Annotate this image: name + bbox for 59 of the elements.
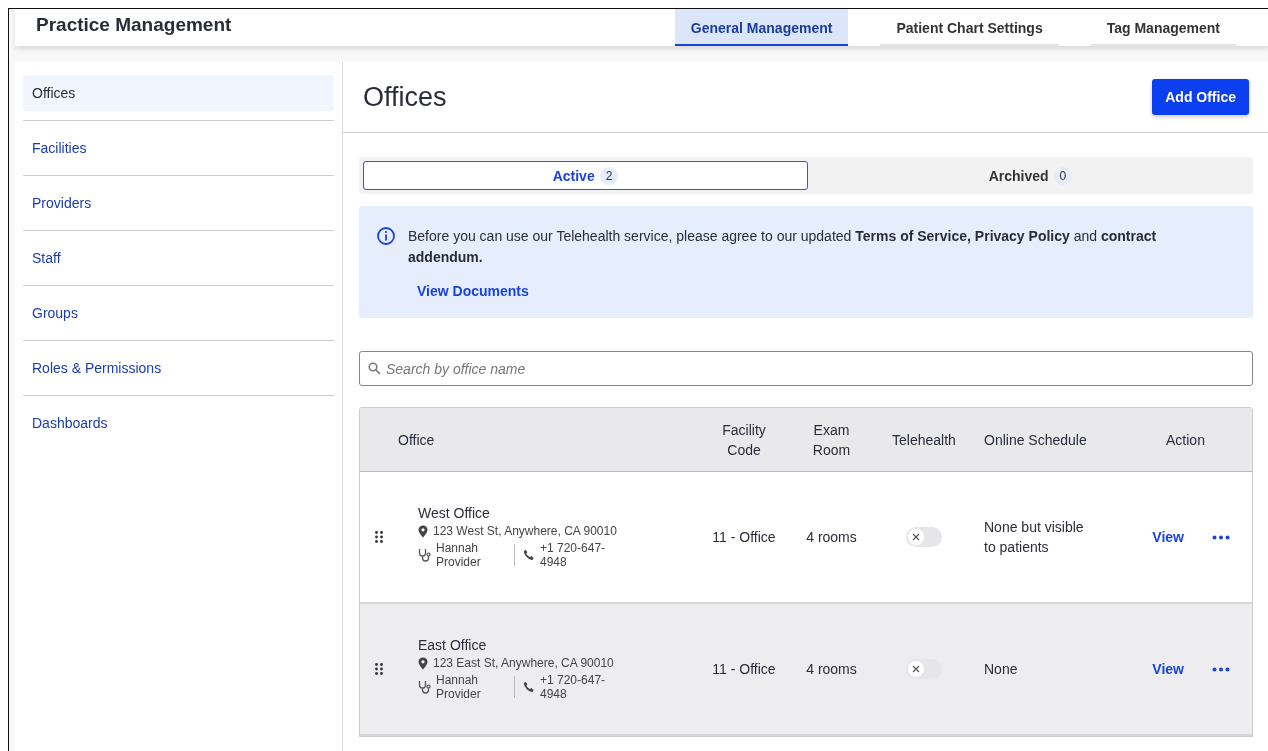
exam-room-count: 4 rooms <box>805 529 858 545</box>
count-badge: 0 <box>1053 166 1073 185</box>
provider-name: Hannah Provider <box>436 541 482 569</box>
column-header: Action <box>1165 430 1206 450</box>
view-link[interactable]: View <box>1152 529 1184 545</box>
column-header: Exam Room <box>811 420 852 460</box>
status-tab[interactable]: Active 2 <box>363 161 808 190</box>
office-name: West Office <box>418 505 491 521</box>
page-title: Offices <box>363 81 447 113</box>
sidebar-item[interactable]: Offices <box>23 75 334 111</box>
view-documents-link[interactable]: View Documents <box>417 283 529 299</box>
status-tab[interactable]: Archived 0 <box>808 161 1253 190</box>
close-x-icon <box>912 533 920 541</box>
location-pin-icon <box>418 656 428 670</box>
add-office-button[interactable]: Add Office <box>1152 79 1249 115</box>
nav-tab[interactable]: General Management <box>674 9 849 46</box>
app-title: Practice Management <box>35 13 233 37</box>
phone-icon <box>523 681 535 693</box>
stethoscope-icon <box>418 548 431 562</box>
facility-code: 11 - Office <box>711 661 777 677</box>
stethoscope-icon <box>418 680 431 694</box>
office-address: 123 West St, Anywhere, CA 90010 <box>433 524 617 538</box>
telehealth-toggle[interactable] <box>906 659 942 679</box>
nav-tab[interactable]: Tag Management <box>1090 9 1236 46</box>
sidebar-item[interactable]: Roles & Permissions <box>23 350 334 386</box>
search-icon <box>368 362 381 375</box>
online-schedule: None <box>983 660 1019 679</box>
column-header: Facility Code <box>721 420 767 460</box>
provider-name: Hannah Provider <box>436 673 482 701</box>
telehealth-toggle[interactable] <box>906 527 942 547</box>
info-icon <box>376 226 396 246</box>
drag-handle-icon[interactable] <box>375 531 383 543</box>
office-name: East Office <box>418 637 488 653</box>
more-options-icon[interactable] <box>1212 666 1230 672</box>
sidebar-item[interactable]: Providers <box>23 185 334 221</box>
close-x-icon <box>912 665 920 673</box>
nav-tab[interactable]: Patient Chart Settings <box>880 9 1059 46</box>
more-options-icon[interactable] <box>1212 534 1230 540</box>
view-link[interactable]: View <box>1152 661 1184 677</box>
sidebar-item[interactable]: Staff <box>23 240 334 276</box>
location-pin-icon <box>418 524 428 538</box>
drag-handle-icon[interactable] <box>375 663 383 675</box>
sidebar-item[interactable]: Facilities <box>23 130 334 166</box>
phone-number: +1 720-647-4948 <box>540 673 607 701</box>
facility-code: 11 - Office <box>711 529 777 545</box>
sidebar-item[interactable]: Dashboards <box>23 405 334 441</box>
search-input[interactable]: Search by office name <box>384 359 1244 378</box>
count-badge: 2 <box>599 166 619 185</box>
column-header: Online Schedule <box>983 430 1088 450</box>
phone-number: +1 720-647-4948 <box>540 541 607 569</box>
sidebar-item[interactable]: Groups <box>23 295 334 331</box>
phone-icon <box>523 549 535 561</box>
column-header: Office <box>398 430 436 450</box>
online-schedule: None but visible to patients <box>983 518 1085 557</box>
office-address: 123 East St, Anywhere, CA 90010 <box>433 656 614 670</box>
notice-message: Before you can use our Telehealth service, please agree to our updated Terms of Service, Privacy Policy and contract addendum. <box>408 227 1158 267</box>
search-field[interactable]: Search by office name <box>359 351 1253 386</box>
column-header: Telehealth <box>891 430 957 450</box>
exam-room-count: 4 rooms <box>805 661 858 677</box>
